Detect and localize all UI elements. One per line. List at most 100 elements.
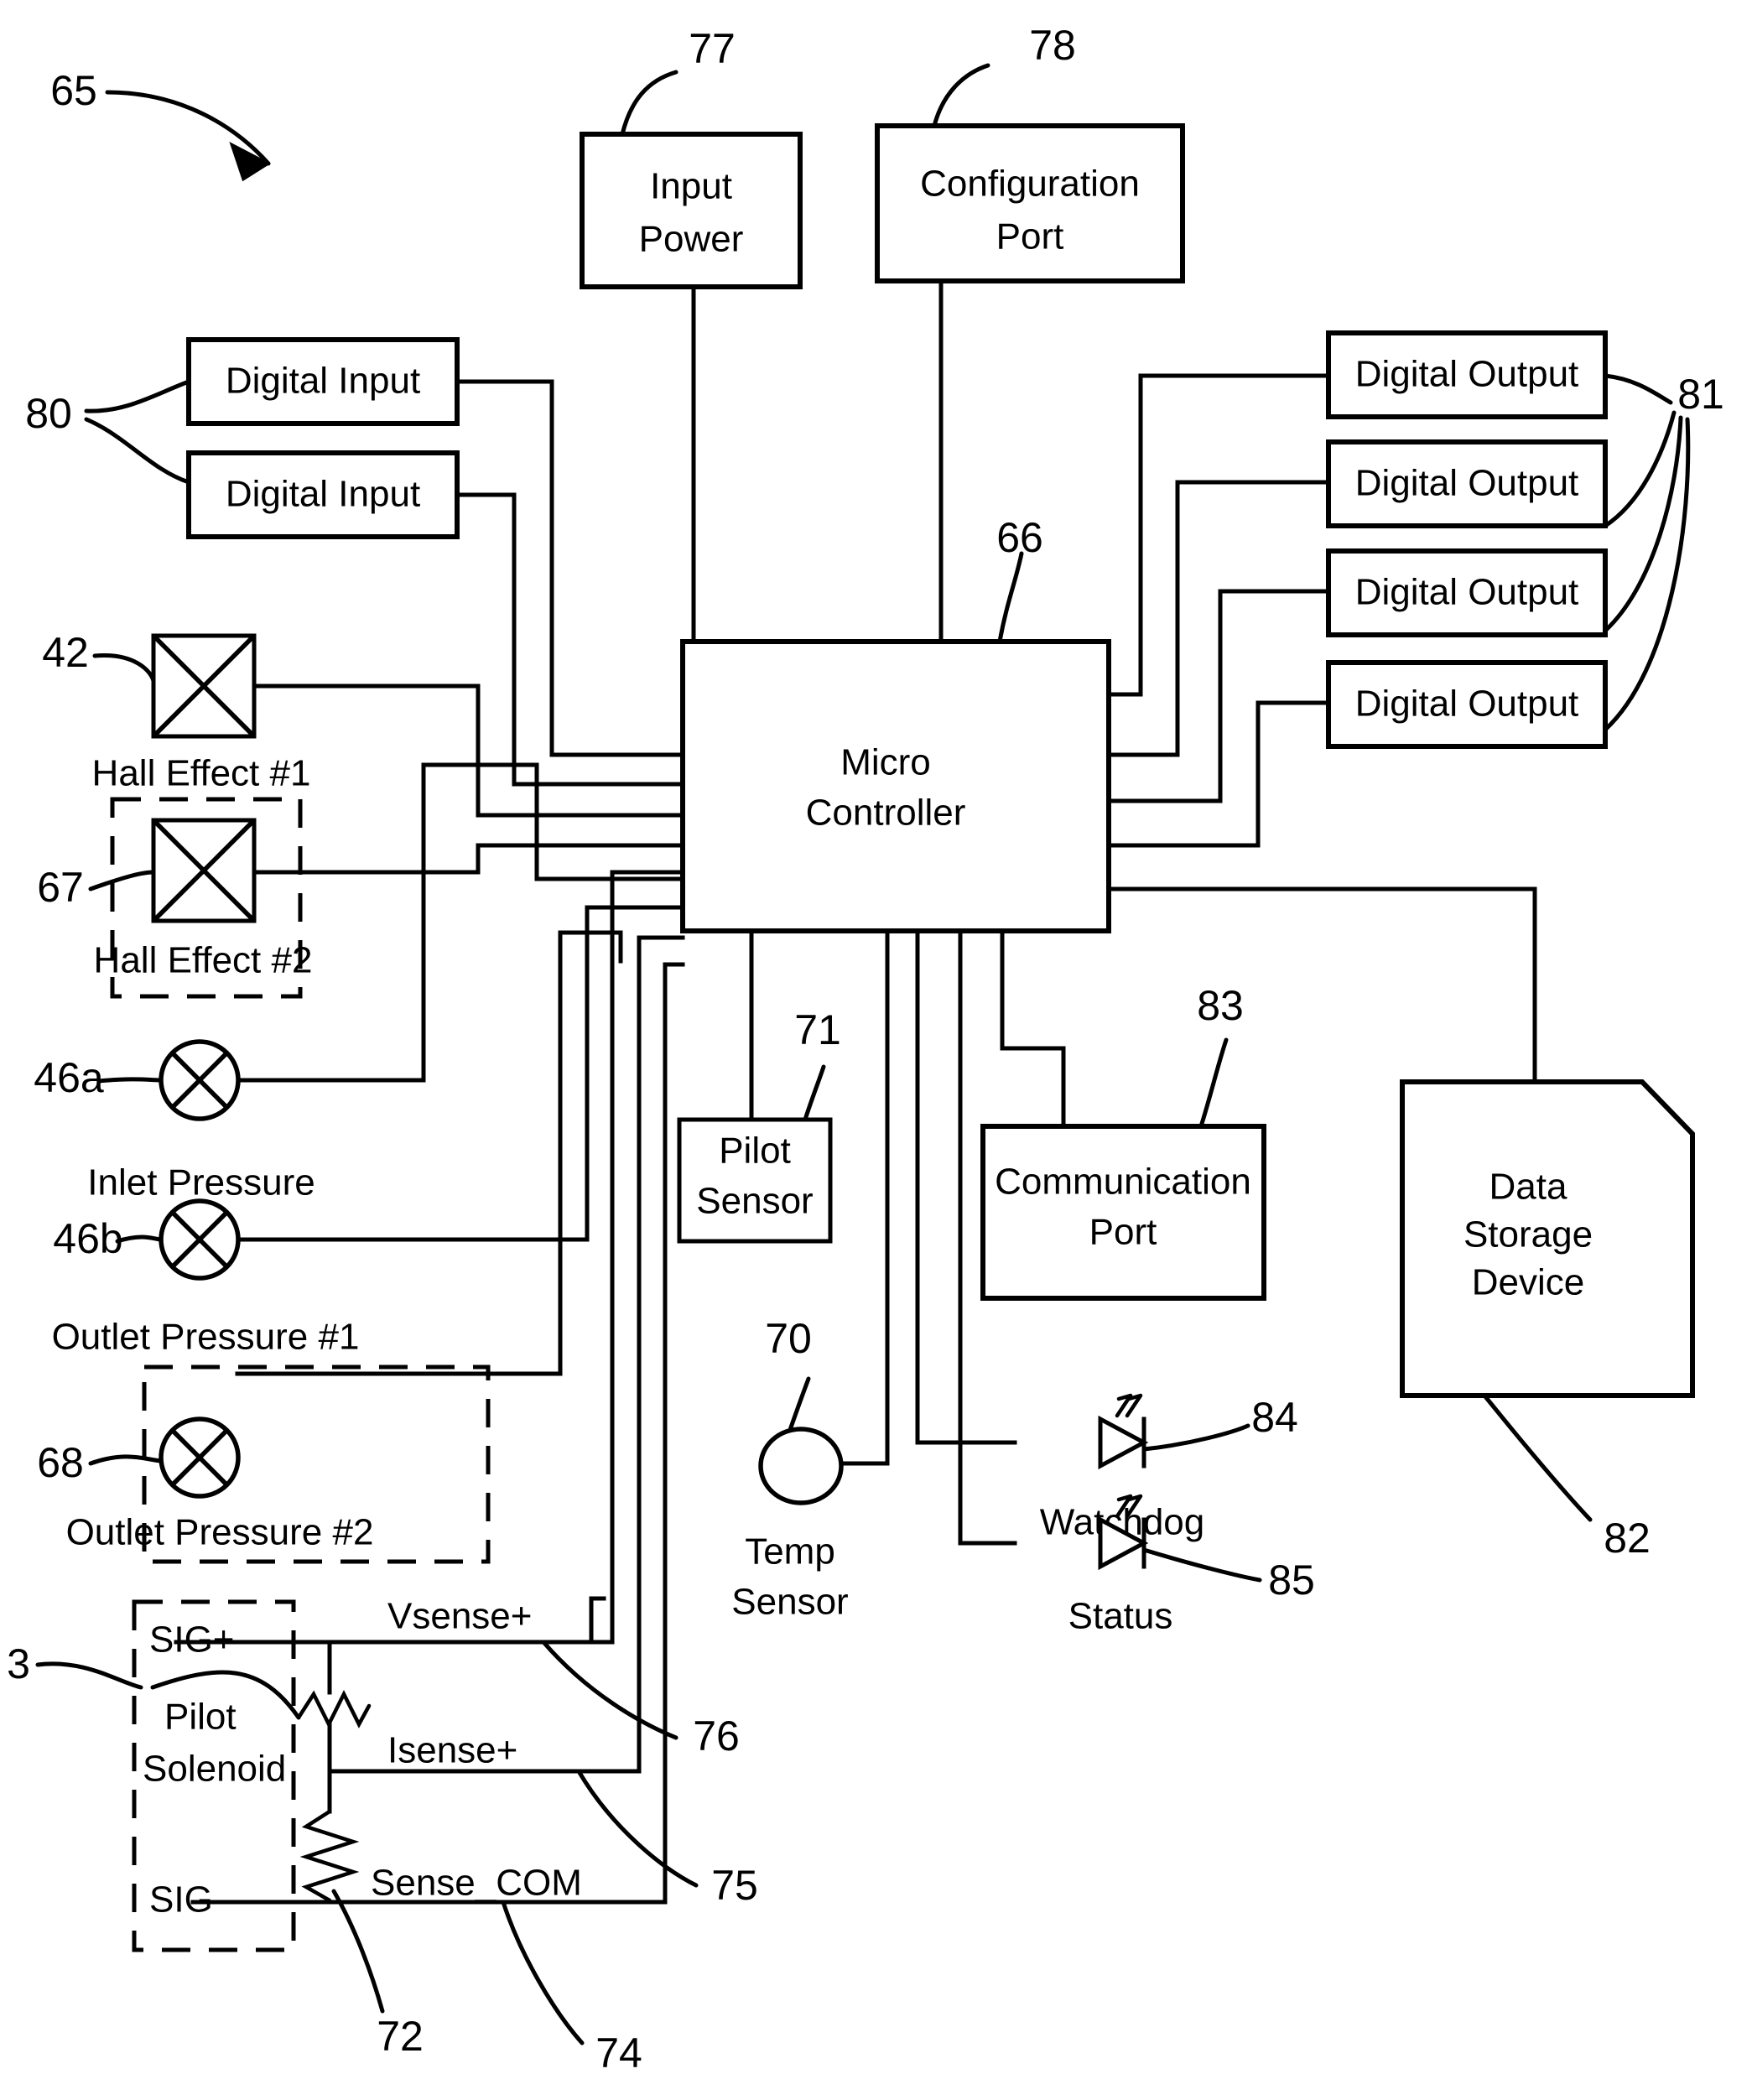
watchdog-led[interactable] bbox=[1098, 1393, 1149, 1470]
ref-78: 78 bbox=[1029, 22, 1076, 69]
leader-80-b bbox=[84, 417, 191, 485]
inlet-pressure-caption: Inlet Pressure bbox=[87, 1162, 315, 1203]
pilot-solenoid-terminal-plus: SIG+ bbox=[149, 1619, 235, 1661]
micro-controller-box[interactable] bbox=[680, 639, 1111, 933]
ref-68: 68 bbox=[37, 1439, 84, 1486]
leader-46b bbox=[115, 1235, 164, 1244]
outlet-pressure-2-sensor[interactable] bbox=[159, 1416, 241, 1499]
ref-74: 74 bbox=[595, 2030, 642, 2077]
outlet-pressure-1-sensor[interactable] bbox=[159, 1198, 241, 1281]
data-storage-label-line3: Device bbox=[1472, 1262, 1585, 1303]
wire-inlet-pressure-to-mcu bbox=[235, 762, 685, 1083]
pilot-sensor-label-line2: Sensor bbox=[696, 1181, 813, 1222]
pilot-sensor-label-line1: Pilot bbox=[719, 1131, 791, 1172]
digital-output-4[interactable]: Digital Output bbox=[1326, 660, 1608, 749]
configuration-port-label-line1: Configuration bbox=[920, 164, 1140, 205]
leader-3 bbox=[35, 1661, 143, 1690]
leader-81-b bbox=[1603, 410, 1677, 528]
outlet-pressure-2-caption: Outlet Pressure #2 bbox=[66, 1512, 374, 1553]
ref-77: 77 bbox=[689, 25, 736, 72]
leader-82 bbox=[1482, 1393, 1593, 1522]
sense-com-label: Sense_COM bbox=[371, 1863, 582, 1904]
leader-70 bbox=[788, 1376, 811, 1432]
ref-65: 65 bbox=[50, 67, 97, 114]
shunt-resistor bbox=[299, 1809, 360, 1903]
wire-hall-effect-1-to-mcu bbox=[252, 684, 685, 818]
status-led-caption: Status bbox=[1068, 1596, 1173, 1637]
hall-effect-2-caption: Hall Effect #2 bbox=[94, 940, 313, 981]
digital-input-1[interactable]: Digital Input bbox=[186, 337, 460, 426]
configuration-port-block[interactable]: Configuration Port bbox=[875, 123, 1185, 283]
ref-84: 84 bbox=[1251, 1394, 1298, 1441]
ref-75: 75 bbox=[711, 1862, 758, 1909]
leader-46a bbox=[96, 1077, 164, 1084]
digital-output-2-label: Digital Output bbox=[1355, 463, 1579, 504]
temp-sensor-label-line1: Temp bbox=[745, 1531, 835, 1572]
outlet-pressure-1-caption: Outlet Pressure #1 bbox=[52, 1317, 360, 1358]
inlet-pressure-sensor[interactable] bbox=[159, 1039, 241, 1121]
ref-82: 82 bbox=[1604, 1515, 1651, 1562]
wire-mcu-to-communication-port bbox=[1000, 928, 1066, 1129]
input-power-label-line2: Power bbox=[639, 219, 744, 260]
figure-root-callout: 65 bbox=[50, 67, 271, 182]
ref-46a: 46a bbox=[34, 1054, 104, 1101]
leader-74 bbox=[501, 1900, 585, 2045]
ref-46b: 46b bbox=[53, 1215, 122, 1262]
data-storage-device-block[interactable]: Data Storage Device bbox=[1400, 1079, 1695, 1398]
ref-71: 71 bbox=[794, 1006, 841, 1053]
vsense-label: Vsense+ bbox=[387, 1596, 532, 1637]
watchdog-led-triangle-icon[interactable] bbox=[1098, 1415, 1149, 1470]
upper-sense-resistor bbox=[296, 1689, 372, 1729]
leader-80-a bbox=[84, 379, 191, 413]
communication-port-label-line2: Port bbox=[1089, 1212, 1157, 1253]
digital-output-4-label: Digital Output bbox=[1355, 684, 1579, 725]
hall-effect-sensor-2[interactable] bbox=[151, 818, 257, 923]
ref-66: 66 bbox=[996, 514, 1043, 561]
wire-outlet-pressure-2-to-mcu bbox=[235, 930, 623, 1376]
configuration-port-label-line2: Port bbox=[996, 216, 1064, 257]
leader-66 bbox=[997, 551, 1024, 644]
led-emission-arrows-icon bbox=[1115, 1393, 1143, 1418]
input-power-block[interactable]: Input Power bbox=[580, 132, 803, 289]
block-diagram-canvas: Input Power 77 Configuration Port 78 65 … bbox=[7, 22, 1724, 2077]
leader-83 bbox=[1198, 1037, 1229, 1129]
ref-72: 72 bbox=[377, 2013, 424, 2060]
temp-sensor-symbol[interactable] bbox=[758, 1427, 844, 1505]
wire-mcu-to-data-storage bbox=[1106, 886, 1537, 1084]
input-power-label-line1: Input bbox=[650, 166, 732, 207]
digital-input-1-label: Digital Input bbox=[226, 361, 420, 402]
wire-mcu-to-temp-sensor bbox=[836, 928, 890, 1466]
wire-digital-input-2-to-mcu bbox=[455, 492, 685, 787]
digital-output-1[interactable]: Digital Output bbox=[1326, 330, 1608, 419]
leader-81-a bbox=[1603, 373, 1673, 405]
digital-output-2[interactable]: Digital Output bbox=[1326, 439, 1608, 528]
hall-effect-sensor-1[interactable] bbox=[151, 633, 257, 739]
ref-83: 83 bbox=[1197, 982, 1244, 1029]
digital-output-1-label: Digital Output bbox=[1355, 354, 1579, 395]
leader-77 bbox=[620, 70, 678, 137]
leader-75 bbox=[576, 1769, 699, 1888]
micro-controller-label-line2: Controller bbox=[806, 793, 966, 834]
input-power-box[interactable] bbox=[580, 132, 803, 289]
ref-42: 42 bbox=[42, 629, 89, 676]
communication-port-label-line1: Communication bbox=[995, 1162, 1251, 1203]
pilot-sensor-block[interactable]: Pilot Sensor bbox=[677, 1117, 833, 1244]
digital-input-2[interactable]: Digital Input bbox=[186, 450, 460, 539]
ref-76: 76 bbox=[693, 1713, 740, 1760]
leader-67 bbox=[88, 870, 156, 891]
temp-sensor-block[interactable] bbox=[758, 1427, 844, 1505]
digital-output-3[interactable]: Digital Output bbox=[1326, 548, 1608, 637]
ref-70: 70 bbox=[765, 1315, 812, 1362]
leader-68 bbox=[88, 1454, 164, 1466]
wire-hall-effect-2-to-mcu bbox=[252, 843, 685, 875]
ref-80: 80 bbox=[25, 390, 72, 437]
pilot-solenoid-label-line1: Pilot bbox=[164, 1697, 237, 1738]
micro-controller-label-line1: Micro bbox=[840, 742, 931, 783]
micro-controller-block[interactable]: Micro Controller bbox=[680, 639, 1111, 933]
leader-84 bbox=[1141, 1423, 1250, 1452]
ref-3: 3 bbox=[7, 1640, 30, 1687]
patent-figure-page: Input Power 77 Configuration Port 78 65 … bbox=[0, 0, 1752, 2100]
digital-input-2-label: Digital Input bbox=[226, 474, 420, 515]
temp-sensor-label-line2: Sensor bbox=[731, 1582, 848, 1623]
communication-port-block[interactable]: Communication Port bbox=[980, 1124, 1266, 1301]
